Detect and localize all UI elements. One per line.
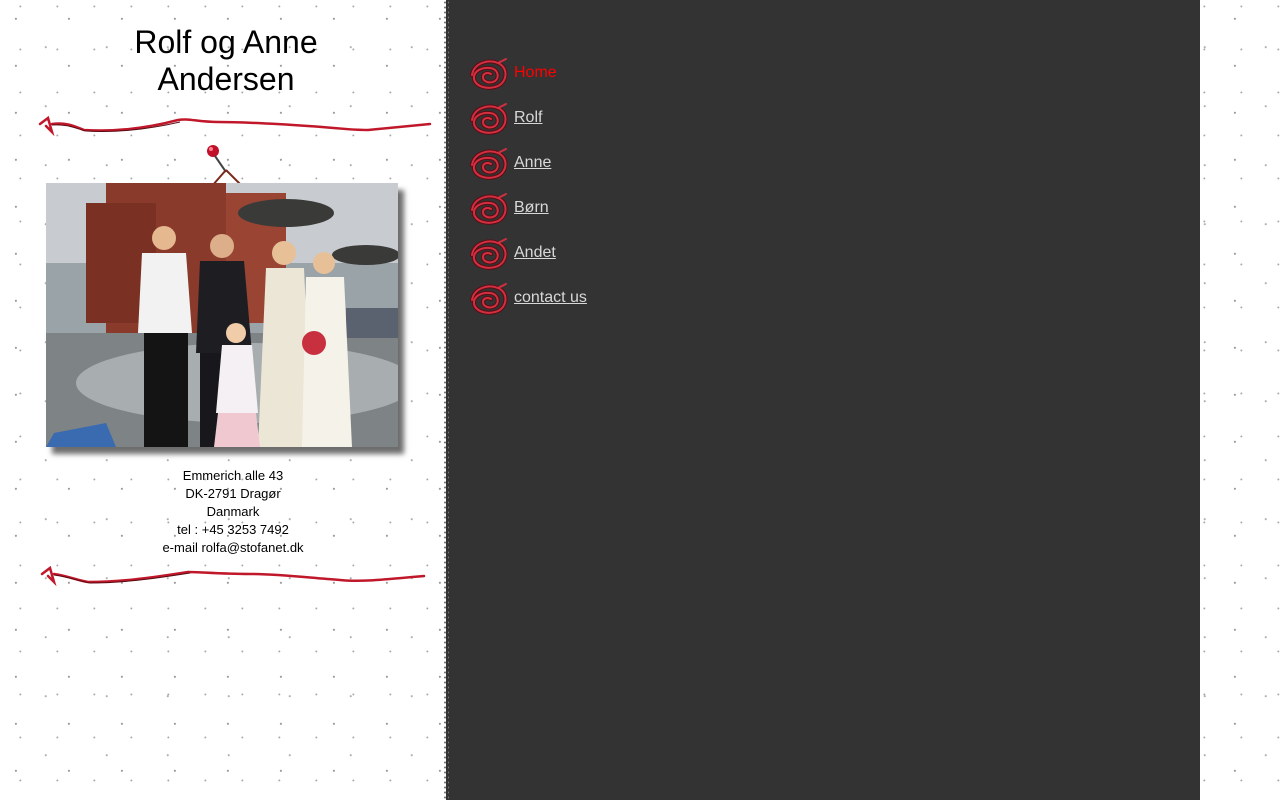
address-street: Emmerich alle 43 [182, 468, 284, 483]
top-divider [38, 115, 432, 136]
family-photo [46, 183, 398, 447]
nav-link-børn[interactable]: Børn [514, 199, 549, 217]
spiral-icon [468, 100, 510, 136]
spiral-icon [468, 190, 510, 226]
nav-item-contact-us[interactable]: contact us [468, 280, 768, 316]
nav-link-contact-us[interactable]: contact us [514, 289, 587, 307]
bottom-divider [40, 565, 426, 587]
nav-link-rolf[interactable]: Rolf [514, 109, 542, 127]
address-country: Danmark [206, 504, 260, 519]
nav-item-rolf[interactable]: Rolf [468, 100, 768, 136]
nav-item-andet[interactable]: Andet [468, 235, 768, 271]
address-city: DK-2791 Dragør [185, 486, 281, 501]
contact-address: Emmerich alle 43 DK-2791 Dragør Danmark … [120, 467, 346, 557]
address-email: e-mail rolfa@stofanet.dk [162, 540, 304, 555]
navigation-panel: Home Rolf Anne Børn Andet contact us [446, 0, 1200, 800]
page-title: Rolf og Anne Andersen [134, 24, 318, 97]
nav-link-anne[interactable]: Anne [514, 154, 551, 172]
nav-item-børn[interactable]: Børn [468, 190, 768, 226]
spiral-icon [468, 55, 510, 91]
nav-link-home[interactable]: Home [514, 64, 557, 82]
spiral-icon [468, 280, 510, 316]
left-panel: Rolf og Anne Andersen Emmerich alle 43 D… [0, 0, 446, 800]
hanger-ornament [207, 145, 243, 186]
nav-item-anne[interactable]: Anne [468, 145, 768, 181]
family-photo-image [46, 183, 398, 447]
nav-item-home[interactable]: Home [468, 55, 768, 91]
spiral-icon [468, 145, 510, 181]
nav-link-andet[interactable]: Andet [514, 244, 556, 262]
address-phone: tel : +45 3253 7492 [177, 522, 289, 537]
panel-edge [443, 0, 449, 800]
spiral-icon [468, 235, 510, 271]
